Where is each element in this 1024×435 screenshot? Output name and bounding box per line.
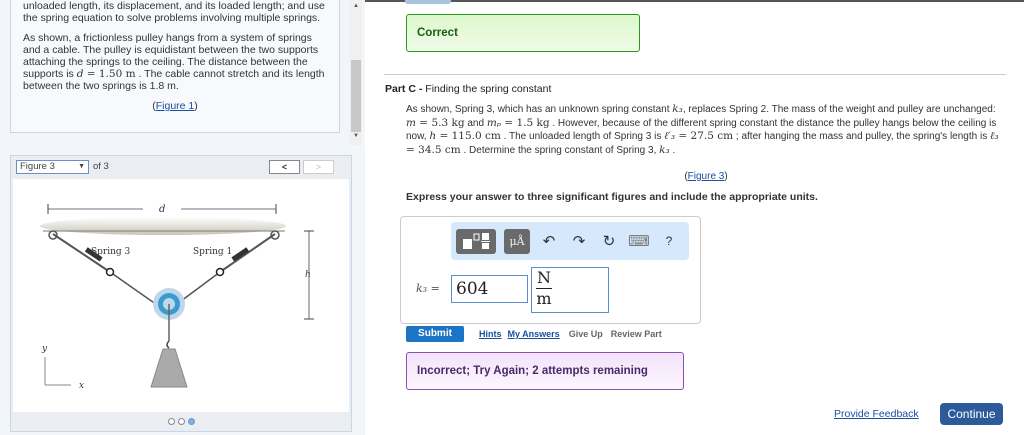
problem-text-segment: , replaces Spring 2. The mass of the wei… <box>682 104 996 115</box>
instruction: Express your answer to three significant… <box>406 191 818 203</box>
part-sep: - <box>415 83 426 95</box>
scrollbar[interactable]: ▲ ▼ <box>350 0 362 145</box>
units-button[interactable]: μÅ <box>504 228 530 254</box>
problem-text-segment: . Determine the spring constant of Sprin… <box>460 144 660 156</box>
left-panel: unloaded length, its displacement, and i… <box>0 0 365 435</box>
part-label: Part C <box>385 83 416 95</box>
problem-text-segment: . The unloaded length of Spring 3 is <box>500 131 665 142</box>
problem-text-segment: As shown, Spring 3, which has an unknown… <box>406 104 673 115</box>
answer-box: μÅ ↶ ↷ ↻ ⌨ ? k₃ = 604 N m <box>400 216 701 324</box>
figure-pagination <box>11 412 351 431</box>
page-dot-3-active[interactable] <box>187 418 195 425</box>
math-expression: = 5.3 kg <box>415 116 465 129</box>
templates-button[interactable] <box>456 228 496 254</box>
keyboard-icon[interactable]: ⌨ <box>628 229 650 254</box>
correct-feedback: Correct <box>406 14 640 52</box>
math-expression: = 1.5 kg <box>500 116 550 129</box>
math-d-value: = 1.50 m <box>83 68 136 80</box>
figure-viewer: Figure 3 ▼ of 3 < > d Spring 3 Spring 1 h… <box>10 155 352 432</box>
reset-icon[interactable]: ↻ <box>598 229 620 254</box>
my-answers-link[interactable]: My Answers <box>508 329 560 339</box>
prev-figure-button[interactable]: < <box>269 160 300 174</box>
pulley-spring-diagram: d Spring 3 Spring 1 h y x <box>40 204 314 391</box>
help-icon[interactable]: ? <box>658 229 680 254</box>
part-title: Finding the spring constant <box>425 83 552 95</box>
math-expression: ℓ₃ <box>989 130 999 142</box>
answer-value-input[interactable]: 604 <box>451 275 528 303</box>
page-dot-1[interactable] <box>167 418 175 425</box>
intro-paragraph-1: unloaded length, its displacement, and i… <box>23 0 325 24</box>
continue-button[interactable]: Continue <box>940 403 1003 425</box>
provide-feedback-link[interactable]: Provide Feedback <box>834 408 919 420</box>
math-expression: mₚ <box>486 116 501 129</box>
label-spring-3: Spring 3 <box>91 247 131 257</box>
figure-image: d Spring 3 Spring 1 h y x <box>13 179 349 412</box>
scroll-thumb[interactable] <box>351 60 361 132</box>
previous-button-edge[interactable] <box>405 0 451 4</box>
problem-text: As shown, Spring 3, which has an unknown… <box>406 103 1004 157</box>
label-y: y <box>41 344 48 354</box>
problem-text-segment: . <box>669 144 676 156</box>
math-expression: ℓ′₃ <box>664 130 676 142</box>
label-d: d <box>159 204 165 215</box>
math-expression: k₃ <box>672 103 683 115</box>
undo-icon[interactable]: ↶ <box>538 229 560 254</box>
incorrect-feedback: Incorrect; Try Again; 2 attempts remaini… <box>406 352 684 390</box>
math-expression: m <box>406 116 416 129</box>
math-toolbar: μÅ ↶ ↷ ↻ ⌨ ? <box>451 222 689 260</box>
scroll-down-icon[interactable]: ▼ <box>350 133 362 139</box>
paren: ) <box>194 100 198 112</box>
figure3-ref: (Figure 3) <box>684 171 728 182</box>
intro-text-box: unloaded length, its displacement, and i… <box>10 0 340 133</box>
figure-count: of 3 <box>93 161 109 172</box>
figure1-link[interactable]: Figure 1 <box>156 100 195 112</box>
submit-button[interactable]: Submit <box>406 326 464 342</box>
unit-denominator: m <box>536 289 552 308</box>
label-x: x <box>79 381 84 391</box>
answer-label: k₃ = <box>416 282 440 295</box>
unit-numerator: N <box>536 268 552 289</box>
figure-select-value: Figure 3 <box>20 161 55 172</box>
problem-text-segment: ; after hanging the mass and pulley, the… <box>733 131 990 142</box>
page-dot-2[interactable] <box>177 418 185 425</box>
intro-paragraph-2: As shown, a frictionless pulley hangs fr… <box>23 32 327 92</box>
answer-unit-input[interactable]: N m <box>531 267 609 313</box>
part-heading: Part C - Finding the spring constant <box>385 83 551 95</box>
label-h: h <box>305 270 311 280</box>
label-spring-1: Spring 1 <box>193 247 232 257</box>
figure1-ref: (Figure 1) <box>23 100 327 112</box>
review-part-link[interactable]: Review Part <box>611 329 662 339</box>
scroll-up-icon[interactable]: ▲ <box>350 3 362 9</box>
next-figure-button[interactable]: > <box>303 160 334 174</box>
fraction-template-icon <box>463 233 490 249</box>
redo-icon[interactable]: ↷ <box>568 229 590 254</box>
problem-text-segment: and <box>464 117 487 129</box>
math-expression: = 27.5 cm <box>675 130 734 142</box>
answer-actions: Submit Hints My Answers Give Up Review P… <box>406 326 670 342</box>
hints-link[interactable]: Hints <box>479 329 502 339</box>
math-expression: = 34.5 cm <box>406 143 461 156</box>
chevron-down-icon: ▼ <box>78 163 85 170</box>
math-expression: = 115.0 cm <box>436 130 501 142</box>
math-expression: k₃ <box>659 143 670 156</box>
give-up-link[interactable]: Give Up <box>569 329 603 339</box>
figure3-link[interactable]: Figure 3 <box>688 171 725 182</box>
divider <box>384 74 1006 75</box>
figure-select[interactable]: Figure 3 ▼ <box>16 159 89 174</box>
figure-header: Figure 3 ▼ of 3 <box>11 156 351 177</box>
